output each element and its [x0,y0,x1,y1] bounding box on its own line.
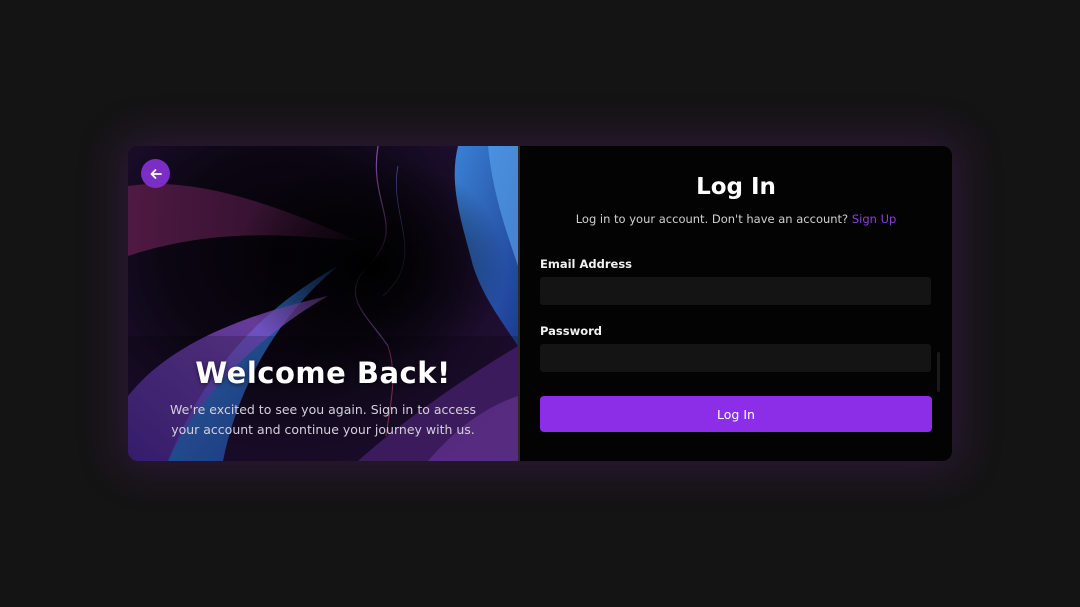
email-field[interactable] [540,277,931,305]
arrow-left-icon [150,168,162,179]
login-panel: Log In Log in to your account. Don't hav… [520,146,952,461]
welcome-title: Welcome Back! [195,356,451,390]
login-card: Welcome Back! We're excited to see you a… [128,146,952,461]
password-field[interactable] [540,344,931,372]
email-label: Email Address [540,257,633,271]
welcome-text: We're excited to see you again. Sign in … [170,402,476,437]
login-button[interactable]: Log In [540,396,932,432]
scrollbar[interactable] [937,352,940,392]
password-label: Password [540,324,602,338]
login-subtitle-text: Log in to your account. Don't have an ac… [575,212,849,226]
back-button[interactable] [141,159,170,188]
welcome-panel: Welcome Back! We're excited to see you a… [128,146,518,461]
login-title: Log In [696,174,776,200]
login-subtitle: Log in to your account. Don't have an ac… [520,212,952,226]
signup-link[interactable]: Sign Up [852,212,896,226]
